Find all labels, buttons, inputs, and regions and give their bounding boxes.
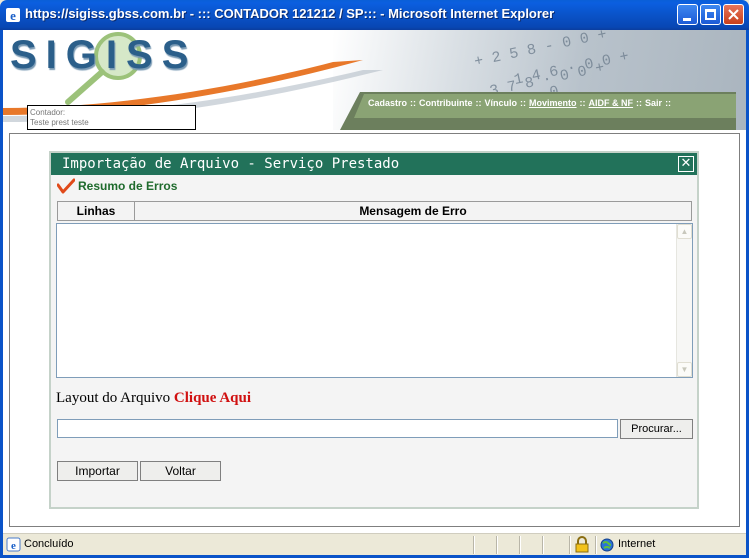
lock-icon xyxy=(575,536,589,553)
window-close-button[interactable] xyxy=(723,4,744,25)
minimize-button[interactable] xyxy=(677,4,698,25)
nav-vinculo[interactable]: Vínculo xyxy=(485,98,518,108)
globe-icon xyxy=(600,538,614,552)
maximize-button[interactable] xyxy=(700,4,721,25)
status-divider xyxy=(473,536,475,554)
layout-link[interactable]: Clique Aqui xyxy=(174,390,251,406)
nav-separator: :: xyxy=(665,98,672,108)
status-divider xyxy=(569,536,571,554)
security-zone: Internet xyxy=(618,538,656,550)
contador-info: Contador: Teste prest teste xyxy=(27,105,196,130)
nav-separator: :: xyxy=(410,98,417,108)
modal-close-button[interactable]: ✕ xyxy=(678,156,694,172)
import-button[interactable]: Importar xyxy=(57,461,138,481)
checkmark-icon xyxy=(57,178,75,194)
nav-sair[interactable]: Sair xyxy=(645,98,662,108)
modal-title: Importação de Arquivo - Serviço Prestado xyxy=(62,156,400,172)
status-bar: e Concluído Internet xyxy=(3,533,746,555)
column-header-mensagem[interactable]: Mensagem de Erro xyxy=(135,202,691,220)
import-modal: Importação de Arquivo - Serviço Prestado… xyxy=(49,151,699,509)
nav-movimento[interactable]: Movimento xyxy=(529,98,577,108)
main-nav: Cadastro:: Contribuinte:: Vínculo:: Movimen… xyxy=(340,92,736,130)
nav-contribuinte[interactable]: Contribuinte xyxy=(419,98,473,108)
minimize-icon xyxy=(683,18,691,21)
scrollbar[interactable]: ▲ ▼ xyxy=(676,224,692,377)
column-header-linhas[interactable]: Linhas xyxy=(58,202,135,220)
nav-separator: :: xyxy=(520,98,527,108)
logo-text: SIGISS xyxy=(10,33,197,77)
scroll-up-button[interactable]: ▲ xyxy=(677,224,692,239)
error-summary-title: Resumo de Erros xyxy=(78,179,178,193)
maximize-icon xyxy=(705,9,716,20)
error-table-header: Linhas Mensagem de Erro xyxy=(57,201,692,221)
nav-items: Cadastro:: Contribuinte:: Vínculo:: Movimen… xyxy=(368,98,674,108)
window-titlebar: e https://sigiss.gbss.com.br - ::: CONTA… xyxy=(0,0,749,30)
window-title: https://sigiss.gbss.com.br - ::: CONTADO… xyxy=(25,6,555,21)
status-divider xyxy=(595,536,597,554)
nav-separator: :: xyxy=(636,98,643,108)
page-icon: e xyxy=(6,537,21,552)
svg-text:e: e xyxy=(11,540,16,552)
browse-button[interactable]: Procurar... xyxy=(620,419,693,439)
svg-text:e: e xyxy=(10,8,16,23)
layout-label: Layout do Arquivo xyxy=(56,390,171,406)
layout-line: Layout do Arquivo Clique Aqui xyxy=(56,390,251,407)
contador-value: Teste prest teste xyxy=(30,118,89,127)
nav-separator: :: xyxy=(475,98,482,108)
file-path-input[interactable] xyxy=(57,419,618,438)
status-text: Concluído xyxy=(24,538,74,550)
sigiss-logo-graphic: SIGISS xyxy=(10,32,197,105)
status-divider xyxy=(542,536,544,554)
status-divider xyxy=(519,536,521,554)
status-divider xyxy=(496,536,498,554)
contador-label: Contador: xyxy=(30,108,66,117)
modal-header: Importação de Arquivo - Serviço Prestado… xyxy=(51,153,697,175)
close-icon: ✕ xyxy=(680,156,692,171)
error-list[interactable]: ▲ ▼ xyxy=(56,223,693,378)
scroll-down-button[interactable]: ▼ xyxy=(677,362,692,377)
nav-aidf-nf[interactable]: AIDF & NF xyxy=(589,98,634,108)
nav-separator: :: xyxy=(579,98,586,108)
back-button[interactable]: Voltar xyxy=(140,461,221,481)
close-icon xyxy=(728,9,739,20)
nav-cadastro[interactable]: Cadastro xyxy=(368,98,407,108)
internet-explorer-icon: e xyxy=(6,8,20,23)
